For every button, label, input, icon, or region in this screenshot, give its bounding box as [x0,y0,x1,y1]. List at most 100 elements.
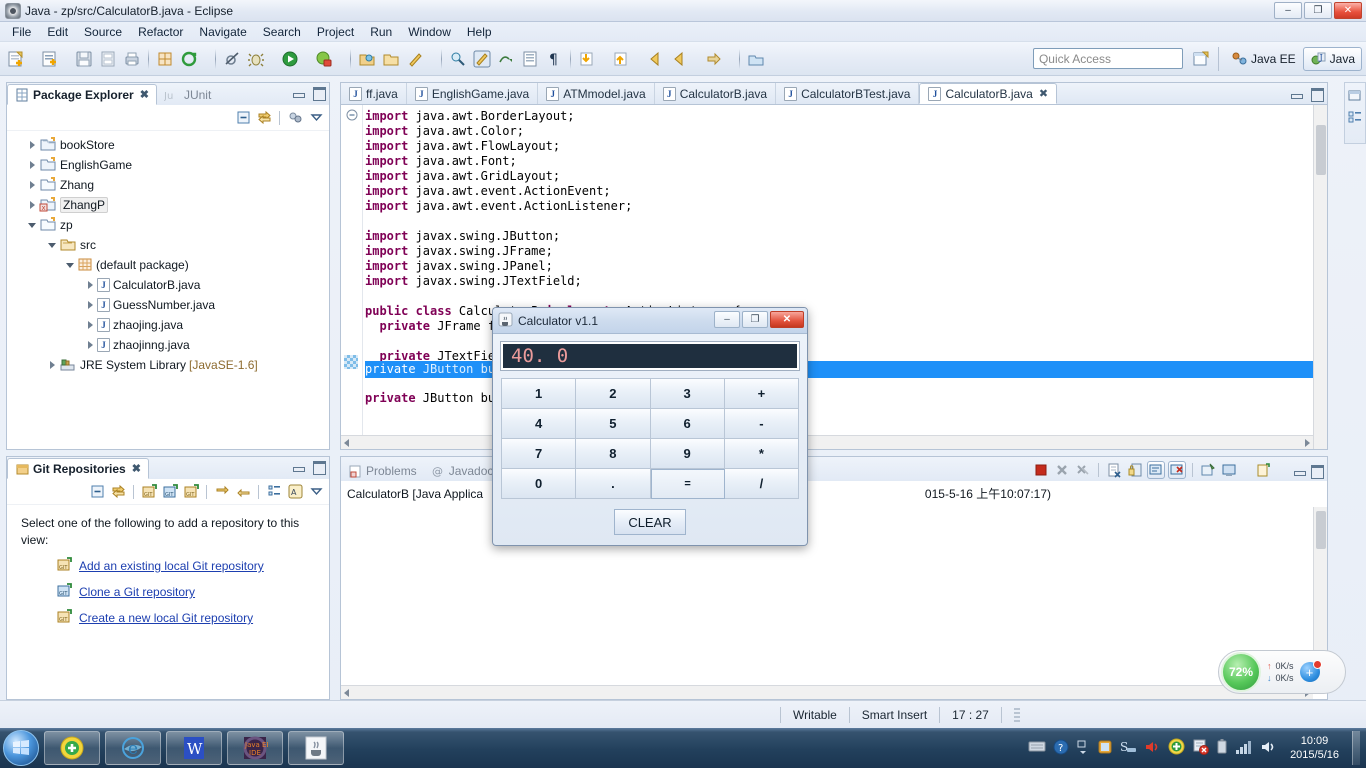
calculator-maximize-button[interactable]: ❐ [742,311,768,328]
lock-scroll-icon[interactable] [1126,461,1144,479]
chevron-right-icon[interactable] [83,338,97,352]
taskbar-app-update[interactable] [44,731,100,765]
menu-edit[interactable]: Edit [39,23,76,41]
forward-arrow-dropdown-icon[interactable] [725,48,735,70]
menu-search[interactable]: Search [255,23,309,41]
open-type-icon[interactable] [356,48,378,70]
calculator-clear-button[interactable]: CLEAR [614,509,686,535]
collapse-all-icon[interactable] [88,483,106,501]
calculator-button-1[interactable]: 1 [502,379,577,409]
editor-tab-ff[interactable]: J ff.java [341,83,407,104]
quick-access-input[interactable]: Quick Access [1032,48,1183,69]
help-icon[interactable]: ? [1053,739,1069,758]
show-console-on-error-icon[interactable] [1168,461,1186,479]
restore-view-icon[interactable] [1348,88,1362,105]
calculator-dialog[interactable]: Calculator v1.1 – ❐ ✕ 40. 0 1 2 3 + 4 5 … [492,307,808,546]
tree-item-calculatorb-java[interactable]: J CalculatorB.java [11,275,329,295]
calculator-button-9[interactable]: 9 [650,439,725,469]
calculator-button-minus[interactable]: - [724,409,799,439]
new-java-class-dropdown-icon[interactable] [62,48,72,70]
minimize-icon[interactable] [1292,463,1306,477]
terminate-icon[interactable] [1032,461,1050,479]
calculator-close-button[interactable]: ✕ [770,311,804,328]
sort-icon[interactable]: A [286,483,304,501]
git-link-label[interactable]: Add an existing local Git repository [79,559,264,573]
git-link-clone[interactable]: GIT Clone a Git repository [57,583,315,601]
chevron-right-icon[interactable] [25,178,39,192]
taskbar-clock[interactable]: 10:09 2015/5/16 [1284,734,1345,762]
perspective-java[interactable]: J Java [1302,46,1362,71]
link-with-editor-icon[interactable] [255,109,273,127]
chevron-right-icon[interactable] [45,358,59,372]
hierarchy-icon[interactable] [265,483,283,501]
refresh-icon[interactable] [178,48,200,70]
menu-refactor[interactable]: Refactor [130,23,191,41]
maximize-icon[interactable] [1309,463,1324,479]
calculator-button-3[interactable]: 3 [650,379,725,409]
tab-junit[interactable]: Ju JUnit [157,84,218,105]
clone-repo-icon[interactable]: GIT [161,483,179,501]
outline-icon[interactable] [1348,110,1362,127]
focus-icon[interactable] [286,109,304,127]
editor-tab-calculatorb-active[interactable]: J CalculatorB.java ✖ [919,83,1058,104]
editor-tab-calculatorbtest[interactable]: J CalculatorBTest.java [776,83,920,104]
tree-item-jre-system-library[interactable]: JRE System Library [JavaSE-1.6] [11,355,329,375]
new-java-class-icon[interactable] [39,48,61,70]
menu-run[interactable]: Run [362,23,400,41]
open-resource-icon[interactable] [380,48,402,70]
calculator-minimize-button[interactable]: – [714,311,740,328]
collapse-all-icon[interactable] [234,109,252,127]
close-icon[interactable]: ✖ [132,462,141,475]
new-wizard-icon[interactable] [5,48,27,70]
new-java-element-icon[interactable] [404,48,426,70]
network-add-button[interactable]: + [1299,660,1322,682]
console-horizontal-scrollbar[interactable] [341,685,1313,699]
run-icon[interactable] [279,48,301,70]
tree-item-default-package[interactable]: (default package) [11,255,329,275]
editor-vertical-scrollbar[interactable] [1313,105,1327,449]
tab-git-repositories[interactable]: Git Repositories ✖ [7,458,149,479]
show-console-on-output-icon[interactable] [1147,461,1165,479]
calculator-button-multiply[interactable]: * [724,439,799,469]
console-scroll-thumb[interactable] [1316,511,1326,549]
close-icon[interactable]: ✖ [140,88,149,101]
editor-tab-atmmodel[interactable]: J ATMmodel.java [538,83,655,104]
calculator-button-divide[interactable]: / [724,469,799,499]
tree-item-zhangp[interactable]: x ZhangP [11,195,329,215]
tab-package-explorer[interactable]: Package Explorer ✖ [7,84,157,105]
back-history-icon[interactable] [644,48,666,70]
build-all-icon[interactable] [154,48,176,70]
antivirus-icon[interactable] [1168,738,1185,758]
run-external-dropdown-icon[interactable] [336,48,346,70]
chevron-down-icon[interactable] [45,238,59,252]
tree-item-englishgame[interactable]: EnglishGame [11,155,329,175]
editor-tab-calculatorb[interactable]: J CalculatorB.java [655,83,777,104]
keyboard-icon[interactable] [1028,740,1046,756]
debug-dropdown-icon[interactable] [268,48,278,70]
battery-icon[interactable] [1216,738,1228,758]
run-dropdown-icon[interactable] [302,48,312,70]
tree-item-zhaojing-java[interactable]: J zhaojing.java [11,315,329,335]
pin-console-icon[interactable] [1199,461,1217,479]
calculator-button-2[interactable]: 2 [576,379,651,409]
show-whitespace-icon[interactable]: ¶ [543,48,565,70]
next-edit-location-icon[interactable] [610,48,632,70]
previous-edit-location-icon[interactable] [576,48,598,70]
calculator-button-6[interactable]: 6 [650,409,725,439]
tab-problems[interactable]: Problems [341,460,424,481]
forward-arrow-icon[interactable] [702,48,724,70]
show-desktop-button[interactable] [1352,731,1360,765]
view-menu-icon[interactable] [307,109,325,127]
hscroll-left-arrow[interactable] [344,439,349,447]
minimize-icon[interactable] [291,459,305,473]
tree-item-src[interactable]: src [11,235,329,255]
calculator-button-plus[interactable]: + [724,379,799,409]
editor-gutter[interactable] [341,105,363,449]
close-icon[interactable]: ✖ [1039,87,1048,100]
tree-item-zhang[interactable]: Zhang [11,175,329,195]
editor-horizontal-scrollbar[interactable] [341,435,1313,449]
network-signal-icon[interactable] [1235,739,1253,758]
calculator-titlebar[interactable]: Calculator v1.1 – ❐ ✕ [493,308,807,334]
pull-icon[interactable] [213,483,231,501]
code-editor[interactable]: import java.awt.BorderLayout; import jav… [341,105,1327,449]
